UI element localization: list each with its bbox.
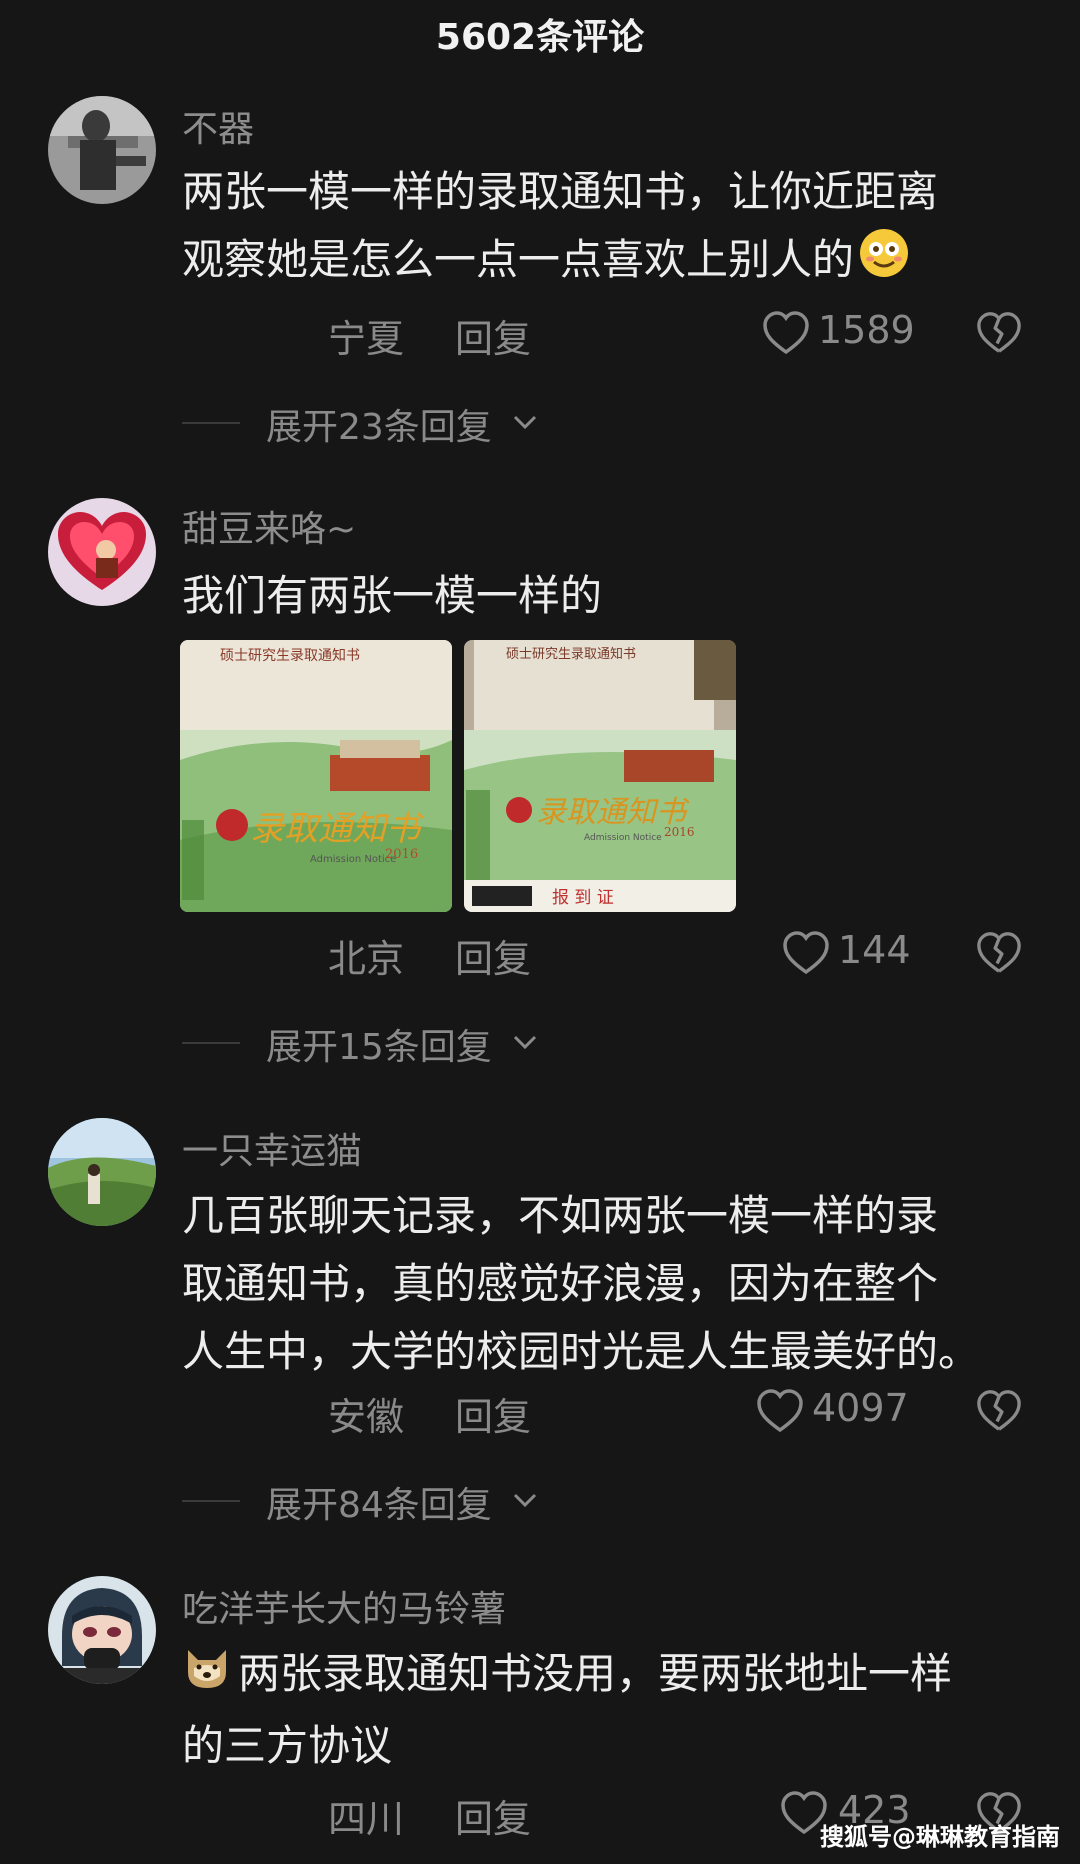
comment-username[interactable]: 一只幸运猫	[182, 1122, 362, 1174]
comment-text: 几百张聊天记录，不如两张一模一样的录 取通知书，真的感觉好浪漫，因为在整个 人生…	[182, 1182, 1022, 1386]
comment-image-1[interactable]: 硕士研究生录取通知书 录取通知书 Admission Notice 2016	[180, 640, 452, 912]
comment-region: 四川	[328, 1797, 405, 1841]
avatar[interactable]	[48, 498, 156, 606]
like-count: 144	[838, 928, 911, 972]
expand-replies-label[interactable]: 展开23条回复	[266, 398, 492, 450]
comment-region: 宁夏	[328, 317, 405, 361]
comment-text: 两张一模一样的录取通知书，让你近距离 观察她是怎么一点一点喜欢上别人的	[182, 158, 1022, 299]
comment-text-line: 的三方协议	[182, 1720, 393, 1770]
comments-count-title: 5602条评论	[435, 17, 645, 58]
comment-text: 我们有两张一模一样的	[182, 562, 1022, 630]
comment-meta: 宁夏 回复 1589	[0, 308, 1080, 364]
comment-text-line: 两张录取通知书没用，要两张地址一样	[182, 1640, 1022, 1712]
reply-button[interactable]: 回复	[455, 1788, 531, 1843]
divider	[182, 422, 240, 424]
comment-text-line: 观察她是怎么一点一点喜欢上别人的	[182, 226, 1022, 299]
comment-username[interactable]: 不器	[182, 100, 254, 152]
image-header-text: 硕士研究生录取通知书	[220, 647, 360, 664]
chevron-down-icon	[512, 1490, 538, 1510]
chevron-down-icon	[512, 1032, 538, 1052]
broken-heart-icon[interactable]	[976, 1388, 1022, 1434]
reply-button[interactable]: 回复	[455, 1386, 531, 1441]
comment-region: 安徽	[328, 1395, 405, 1439]
smiling-face-icon	[858, 227, 910, 299]
comment-text-line: 我们有两张一模一样的	[182, 571, 603, 620]
dog-face-icon	[182, 1642, 232, 1712]
broken-heart-icon[interactable]	[976, 310, 1022, 356]
comment-text-line: 几百张聊天记录，不如两张一模一样的录	[182, 1191, 939, 1240]
image-year-text: 2016	[385, 847, 418, 862]
heart-icon[interactable]	[782, 930, 830, 976]
broken-heart-icon[interactable]	[976, 930, 1022, 976]
avatar[interactable]	[48, 96, 156, 204]
reply-button[interactable]: 回复	[455, 308, 531, 363]
comment-text: 两张录取通知书没用，要两张地址一样 的三方协议	[182, 1640, 1022, 1780]
divider	[182, 1500, 240, 1502]
heart-icon[interactable]	[762, 310, 810, 356]
comment-username[interactable]: 吃洋芋长大的马铃薯	[182, 1580, 506, 1632]
comment-image-2[interactable]: 硕士研究生录取通知书 录取通知书 Admission Notice 2016 报…	[464, 640, 736, 912]
expand-replies-label[interactable]: 展开15条回复	[266, 1018, 492, 1070]
comment-meta: 北京 回复 144	[0, 928, 1080, 984]
image-stamp-text: 报 到 证	[552, 888, 614, 908]
divider	[182, 1042, 240, 1044]
image-en-text: Admission Notice	[310, 854, 396, 865]
comment-meta: 安徽 回复 4097	[0, 1386, 1080, 1442]
avatar[interactable]	[48, 1118, 156, 1226]
image-header-text: 硕士研究生录取通知书	[506, 646, 636, 662]
comment-text-line: 人生中，大学的校园时光是人生最美好的。	[182, 1327, 981, 1376]
like-count: 1589	[818, 308, 915, 352]
image-brand-text: 录取通知书	[250, 809, 425, 849]
comment-region: 北京	[328, 937, 405, 981]
chevron-down-icon	[512, 412, 538, 432]
image-en-text: Admission Notice	[584, 833, 662, 843]
image-year-text: 2016	[664, 825, 695, 839]
comment-text-line: 取通知书，真的感觉好浪漫，因为在整个	[182, 1259, 939, 1308]
comment-text-line: 两张一模一样的录取通知书，让你近距离	[182, 167, 939, 216]
watermark: 搜狐号@琳琳教育指南	[820, 1823, 1060, 1851]
reply-button[interactable]: 回复	[455, 928, 531, 983]
avatar[interactable]	[48, 1576, 156, 1684]
heart-icon[interactable]	[756, 1388, 804, 1434]
comment-username[interactable]: 甜豆来咯~	[182, 500, 356, 552]
expand-replies-label[interactable]: 展开84条回复	[266, 1476, 492, 1528]
like-count: 4097	[812, 1386, 909, 1430]
